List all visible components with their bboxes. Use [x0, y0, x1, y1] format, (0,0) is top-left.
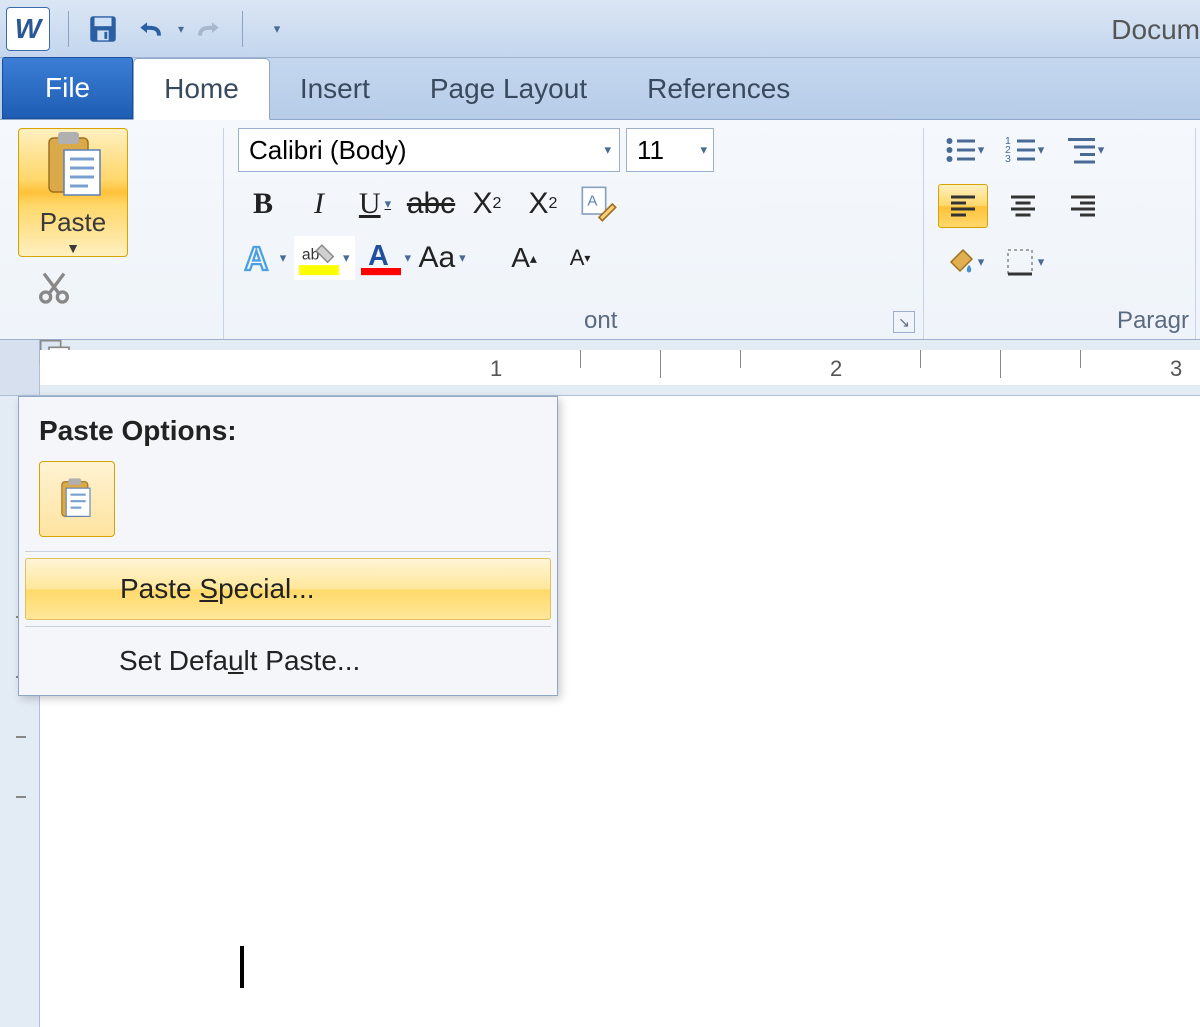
ruler-number-1: 1 — [490, 356, 502, 382]
ruler-number-3: 3 — [1170, 356, 1182, 382]
paste-options-popup: Paste Options: Paste Special... Set Defa… — [18, 396, 558, 696]
ribbon-tabs: File Home Insert Page Layout References — [0, 58, 1200, 120]
change-case-button[interactable]: Aa — [417, 236, 467, 280]
highlight-button[interactable]: ab — [294, 236, 355, 280]
separator — [68, 11, 69, 47]
svg-text:A: A — [587, 193, 597, 210]
tab-home[interactable]: Home — [133, 58, 270, 120]
align-left-button[interactable] — [938, 184, 988, 228]
separator — [25, 551, 551, 552]
text-effects-button[interactable]: A — [238, 236, 288, 280]
clear-formatting-button[interactable]: A — [574, 182, 624, 226]
word-app-icon[interactable]: W — [6, 7, 50, 51]
tab-references[interactable]: References — [617, 59, 820, 119]
svg-text:ab: ab — [302, 246, 320, 263]
set-default-pre: Set Defa — [119, 645, 228, 676]
bold-button[interactable]: B — [238, 182, 288, 226]
clipboard-icon — [37, 129, 109, 201]
bullets-button[interactable]: ▾ — [938, 128, 988, 172]
align-right-button[interactable] — [1058, 184, 1108, 228]
tab-file[interactable]: File — [2, 57, 133, 119]
font-size-value: 11 — [637, 135, 664, 166]
paste-options-header: Paste Options: — [19, 397, 557, 461]
subscript-button[interactable]: X2 — [462, 182, 512, 226]
text-cursor — [240, 946, 244, 988]
paste-label: Paste — [40, 207, 107, 238]
set-default-accel: u — [228, 645, 244, 676]
font-color-icon: A — [361, 240, 401, 276]
borders-button[interactable]: ▾ — [998, 240, 1048, 284]
group-clipboard: Paste ▼ — [4, 128, 224, 339]
paste-special-accel: S — [199, 573, 218, 604]
qat-customize-dropdown[interactable]: ▾ — [256, 8, 298, 50]
ruler-number-2: 2 — [830, 356, 842, 382]
multilevel-list-button[interactable]: ▾ — [1058, 128, 1108, 172]
font-group-label: ont — [224, 307, 923, 335]
redo-button[interactable] — [187, 8, 229, 50]
underline-button[interactable]: U — [350, 182, 400, 226]
set-default-post: lt Paste... — [244, 645, 361, 676]
paste-button[interactable]: Paste ▼ — [18, 128, 128, 257]
group-font: Calibri (Body)▾ 11▾ B I U abc X2 X2 A A … — [224, 128, 924, 339]
separator — [242, 11, 243, 47]
paragraph-group-label: Paragr — [924, 307, 1195, 335]
shrink-font-button[interactable]: A▾ — [555, 236, 605, 280]
font-name-value: Calibri (Body) — [249, 135, 407, 166]
horizontal-ruler[interactable]: 1 2 3 — [40, 350, 1200, 385]
numbering-button[interactable]: 123▾ — [998, 128, 1048, 172]
undo-dropdown[interactable]: ▾ — [178, 22, 184, 36]
svg-text:A: A — [244, 240, 268, 276]
shading-button[interactable]: ▾ — [938, 240, 988, 284]
align-center-button[interactable] — [998, 184, 1048, 228]
superscript-button[interactable]: X2 — [518, 182, 568, 226]
svg-text:3: 3 — [1005, 153, 1011, 165]
svg-text:A: A — [368, 240, 389, 272]
font-dialog-launcher[interactable]: ↘ — [893, 311, 915, 333]
save-button[interactable] — [82, 8, 124, 50]
font-size-selector[interactable]: 11▾ — [626, 128, 714, 172]
paste-dropdown-arrow: ▼ — [66, 240, 80, 256]
highlight-icon: ab — [299, 240, 339, 276]
ribbon: Paste ▼ Calibri (Body)▾ 11▾ B I U abc X2… — [0, 120, 1200, 340]
group-paragraph: ▾ 123▾ ▾ ▾ ▾ Paragr — [924, 128, 1196, 339]
paste-special-pre: Paste — [120, 573, 199, 604]
eraser-icon: A — [579, 184, 619, 224]
tab-page-layout[interactable]: Page Layout — [400, 59, 617, 119]
grow-font-button[interactable]: A▴ — [499, 236, 549, 280]
paint-bucket-icon — [942, 244, 978, 280]
strikethrough-button[interactable]: abc — [406, 182, 456, 226]
menu-item-paste-special[interactable]: Paste Special... — [25, 558, 551, 620]
paste-special-post: pecial... — [218, 573, 315, 604]
cut-button[interactable] — [34, 267, 209, 312]
font-name-selector[interactable]: Calibri (Body)▾ — [238, 128, 620, 172]
menu-item-set-default-paste[interactable]: Set Default Paste... — [19, 627, 557, 695]
text-effects-icon: A — [240, 240, 276, 276]
document-title: Docum — [1111, 14, 1200, 46]
italic-button[interactable]: I — [294, 182, 344, 226]
font-color-button[interactable]: A — [361, 236, 412, 280]
quick-access-toolbar: W ▾ ▾ Docum — [0, 0, 1200, 58]
paste-option-keep-text[interactable] — [39, 461, 115, 537]
clipboard-icon — [51, 473, 103, 525]
undo-button[interactable] — [130, 8, 172, 50]
word-letter: W — [15, 13, 41, 45]
tab-insert[interactable]: Insert — [270, 59, 400, 119]
